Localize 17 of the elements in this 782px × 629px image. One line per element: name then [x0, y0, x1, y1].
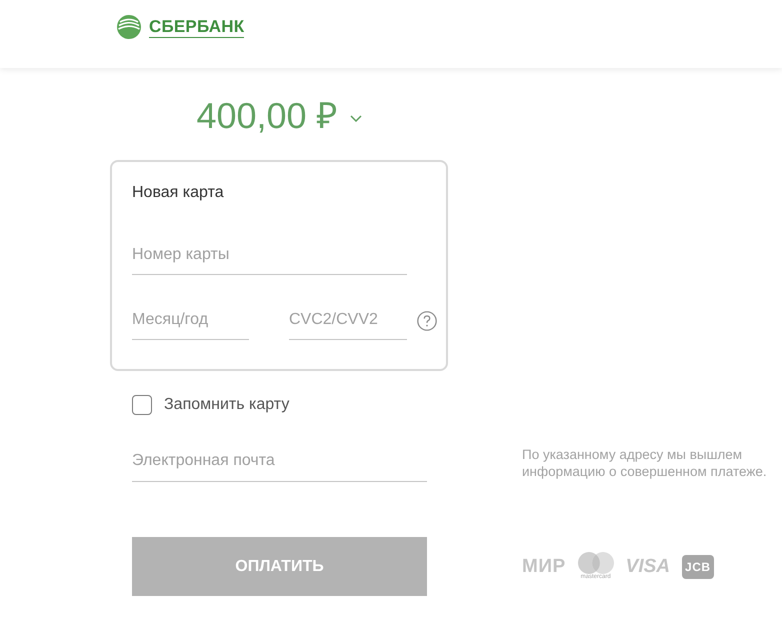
card-brand-logo: JCB: [682, 554, 714, 578]
email-field[interactable]: Электронная почта: [132, 441, 427, 482]
card-brand-logo: VISA: [626, 554, 670, 578]
remember-card-label: Запомнить карту: [164, 395, 290, 415]
remember-card-checkbox[interactable]: [132, 395, 152, 415]
card-brand-logo: МИР: [522, 554, 566, 578]
bank-logo-icon: [117, 15, 141, 39]
email-note: По указанному адресу мы вышлем информацию о совершенном платеже.: [522, 446, 767, 480]
help-icon[interactable]: [417, 310, 437, 330]
bank-name: СБЕРБАНК: [149, 16, 244, 38]
cvc-field[interactable]: CVC2/CVV2: [289, 300, 407, 340]
card-number-field[interactable]: Номер карты: [132, 235, 407, 275]
chevron-down-icon[interactable]: [350, 114, 362, 122]
overlapping-circles-icon: [578, 552, 614, 574]
card-form-title: Новая карта: [132, 183, 225, 203]
payment-amount: 400,00 ₽: [196, 94, 338, 138]
expiry-field[interactable]: Месяц/год: [132, 300, 249, 340]
